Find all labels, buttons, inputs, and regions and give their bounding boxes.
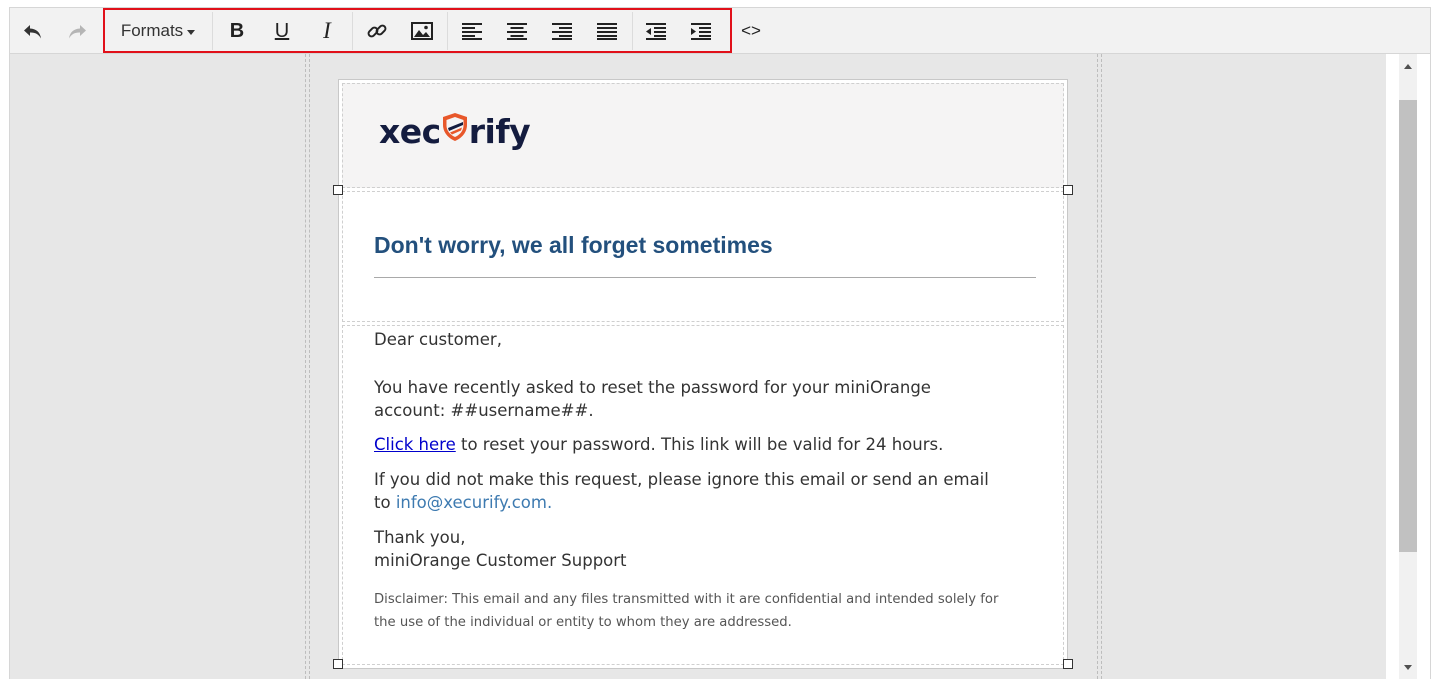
- email-editor: Formats B U I <> xec rify Don't worry, w…: [9, 7, 1431, 679]
- resize-handle[interactable]: [1063, 659, 1073, 669]
- chevron-down-icon: [187, 29, 196, 35]
- scroll-thumb[interactable]: [1399, 100, 1417, 552]
- email-heading: Don't worry, we all forget sometimes: [374, 232, 773, 258]
- editor-toolbar: Formats B U I <>: [10, 8, 1430, 54]
- redo-icon: [69, 25, 86, 39]
- italic-button[interactable]: I: [312, 15, 342, 47]
- align-center-icon: [507, 23, 527, 40]
- greeting-text: Dear customer,: [374, 330, 502, 349]
- image-button[interactable]: [407, 15, 437, 47]
- ignore-request-line1: If you did not make this request, please…: [374, 470, 989, 489]
- source-code-button[interactable]: <>: [736, 15, 766, 47]
- email-header[interactable]: xec rify: [342, 83, 1064, 188]
- shield-icon: [442, 112, 468, 147]
- redo-button[interactable]: [62, 15, 92, 47]
- reset-request-line2: account: ##username##.: [374, 401, 594, 420]
- bold-button[interactable]: B: [222, 15, 252, 47]
- to-text: to: [374, 493, 396, 512]
- logo-text-part2: rify: [468, 112, 531, 151]
- reset-link-rest: to reset your password. This link will b…: [455, 435, 944, 454]
- logo-text-part1: xec: [379, 112, 441, 151]
- resize-handle[interactable]: [1063, 185, 1073, 195]
- outdent-button[interactable]: [641, 15, 671, 47]
- link-button[interactable]: [362, 15, 392, 47]
- heading-section[interactable]: Don't worry, we all forget sometimes: [342, 191, 1064, 322]
- disclaimer-line2: the use of the individual or entity to w…: [374, 615, 792, 630]
- heading-divider: [374, 277, 1036, 278]
- underline-icon: U: [274, 19, 290, 42]
- disclaimer-line1: Disclaimer: This email and any files tra…: [374, 592, 999, 607]
- italic-icon: I: [323, 18, 331, 43]
- resize-handle[interactable]: [333, 185, 343, 195]
- click-here-link[interactable]: Click here: [374, 435, 456, 454]
- align-left-button[interactable]: [457, 15, 487, 47]
- undo-button[interactable]: [18, 15, 48, 47]
- editor-canvas[interactable]: xec rify Don't worry, we all forget some…: [10, 54, 1387, 679]
- scroll-down-arrow-icon[interactable]: [1404, 665, 1412, 670]
- align-right-button[interactable]: [547, 15, 577, 47]
- formats-dropdown[interactable]: Formats: [110, 15, 206, 47]
- undo-icon: [24, 25, 41, 39]
- thanks-text: Thank you,: [374, 528, 466, 547]
- column-guide: [305, 54, 306, 679]
- reset-link-paragraph: Click here to reset your password. This …: [374, 433, 943, 456]
- ignore-request-line2: to info@xecurify.com.: [374, 491, 552, 514]
- email-body-section[interactable]: Dear customer, You have recently asked t…: [342, 325, 1064, 665]
- vertical-scrollbar[interactable]: [1386, 54, 1430, 679]
- code-icon: <>: [741, 21, 761, 40]
- indent-icon: [691, 23, 711, 40]
- align-center-button[interactable]: [502, 15, 532, 47]
- link-icon: [367, 24, 387, 38]
- bold-icon: B: [229, 19, 245, 42]
- align-justify-button[interactable]: [592, 15, 622, 47]
- formats-label: Formats: [120, 21, 184, 40]
- reset-request-line1: You have recently asked to reset the pas…: [374, 378, 931, 397]
- column-guide: [309, 54, 310, 679]
- signature-text: miniOrange Customer Support: [374, 551, 627, 570]
- align-left-icon: [462, 23, 482, 40]
- column-guide: [1097, 54, 1098, 679]
- xecurify-logo: xec rify: [379, 112, 531, 151]
- underline-button[interactable]: U: [267, 15, 297, 47]
- scroll-up-arrow-icon[interactable]: [1404, 64, 1412, 69]
- align-right-icon: [552, 23, 572, 40]
- support-email-link[interactable]: info@xecurify.com.: [396, 493, 552, 512]
- align-justify-icon: [597, 23, 617, 40]
- resize-handle[interactable]: [333, 659, 343, 669]
- indent-button[interactable]: [686, 15, 716, 47]
- column-guide: [1101, 54, 1102, 679]
- outdent-icon: [646, 23, 666, 40]
- image-icon: [411, 22, 433, 40]
- email-template: xec rify Don't worry, we all forget some…: [338, 79, 1068, 669]
